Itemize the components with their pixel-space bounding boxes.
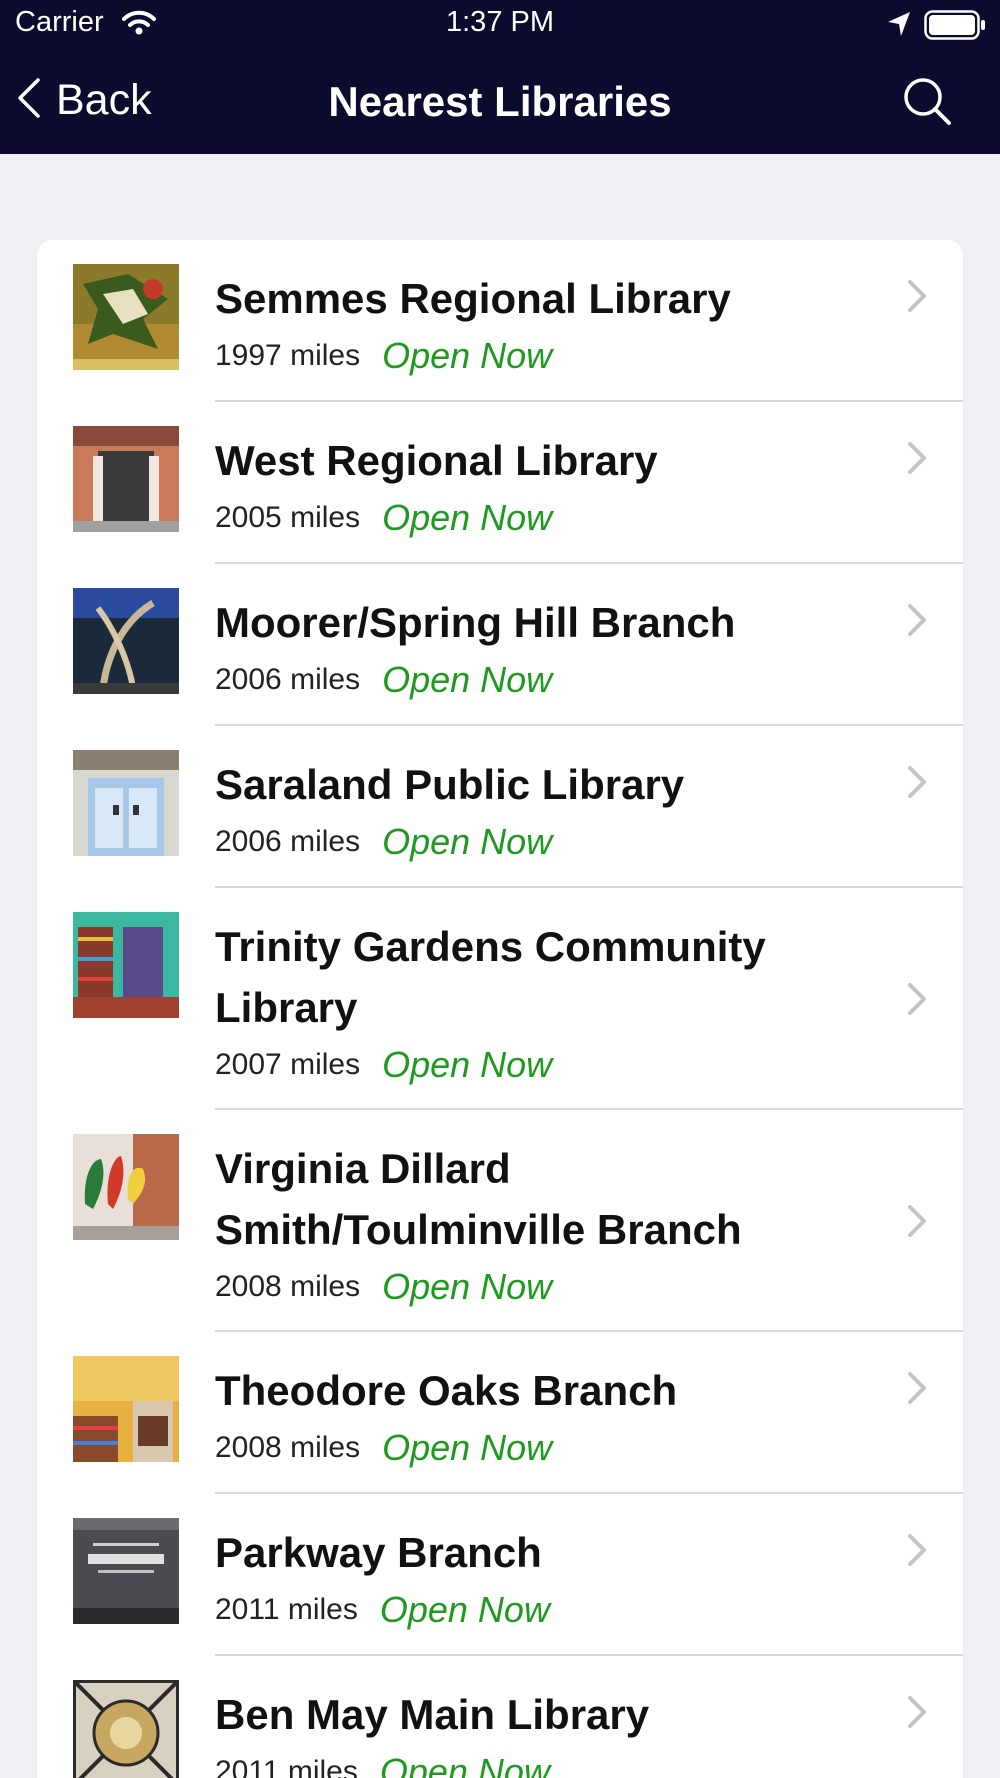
library-list-item[interactable]: Parkway Branch 2011 miles Open Now — [37, 1494, 963, 1656]
open-status: Open Now — [382, 659, 553, 700]
library-thumbnail — [73, 912, 179, 1018]
library-distance: 2008 miles — [215, 1270, 361, 1303]
library-name: Theodore Oaks Branch — [215, 1367, 678, 1414]
search-icon — [904, 78, 951, 125]
library-name: Virginia Dillard Smith/Toulminville Bran… — [215, 1145, 742, 1253]
navigation-bar: Back Nearest Libraries — [0, 50, 1000, 154]
library-list-item[interactable]: Theodore Oaks Branch 2008 miles Open Now — [37, 1332, 963, 1494]
library-thumbnail — [73, 264, 179, 370]
chevron-right-icon — [908, 604, 926, 636]
library-distance: 2005 miles — [215, 501, 361, 534]
open-status: Open Now — [379, 1589, 550, 1630]
library-thumbnail — [73, 1134, 179, 1240]
library-thumbnail — [73, 426, 179, 532]
library-list-item[interactable]: West Regional Library 2005 miles Open No… — [37, 402, 963, 564]
library-list-item[interactable]: Virginia Dillard Smith/Toulminville Bran… — [37, 1110, 963, 1332]
library-distance: 2006 miles — [215, 663, 361, 696]
clock: 1:37 PM — [446, 6, 554, 38]
library-list-item[interactable]: Moorer/Spring Hill Branch 2006 miles Ope… — [37, 564, 963, 726]
search-button[interactable] — [902, 76, 954, 128]
chevron-right-icon — [908, 1696, 926, 1728]
library-distance: 2011 miles — [215, 1593, 358, 1626]
library-distance: 2011 miles — [215, 1755, 358, 1778]
library-list-item[interactable]: Ben May Main Library 2011 miles Open Now — [37, 1656, 963, 1778]
open-status: Open Now — [382, 497, 553, 538]
open-status: Open Now — [379, 1751, 550, 1778]
top-bar: Carrier 1:37 PM Back Nearest Libraries — [0, 0, 1000, 154]
library-distance: 2007 miles — [215, 1048, 361, 1081]
library-name: Ben May Main Library — [215, 1691, 650, 1738]
status-bar: Carrier 1:37 PM — [0, 0, 1000, 50]
chevron-right-icon — [908, 1205, 926, 1237]
library-thumbnail — [73, 1518, 179, 1624]
open-status: Open Now — [382, 821, 553, 862]
page-title: Nearest Libraries — [328, 78, 672, 125]
battery-icon — [924, 10, 986, 45]
library-distance: 2008 miles — [215, 1431, 361, 1464]
library-name: Trinity Gardens Community Library — [215, 923, 766, 1031]
chevron-right-icon — [908, 280, 926, 312]
library-name: Saraland Public Library — [215, 761, 685, 808]
library-thumbnail — [73, 588, 179, 694]
open-status: Open Now — [382, 1266, 553, 1307]
library-list-item[interactable]: Saraland Public Library 2006 miles Open … — [37, 726, 963, 888]
chevron-right-icon — [908, 1372, 926, 1404]
library-distance: 2006 miles — [215, 825, 361, 858]
chevron-right-icon — [908, 1534, 926, 1566]
open-status: Open Now — [382, 1427, 553, 1468]
chevron-right-icon — [908, 766, 926, 798]
library-name: Moorer/Spring Hill Branch — [215, 599, 736, 646]
library-name: Semmes Regional Library — [215, 275, 731, 322]
open-status: Open Now — [382, 1044, 553, 1085]
library-list: Semmes Regional Library 1997 miles Open … — [37, 240, 963, 1778]
library-list-item[interactable]: Semmes Regional Library 1997 miles Open … — [37, 240, 963, 402]
library-distance: 1997 miles — [215, 339, 361, 372]
location-arrow-icon — [886, 10, 912, 43]
library-thumbnail — [73, 750, 179, 856]
library-name: West Regional Library — [215, 437, 658, 484]
open-status: Open Now — [382, 335, 553, 376]
chevron-right-icon — [908, 442, 926, 474]
library-name: Parkway Branch — [215, 1529, 542, 1576]
chevron-right-icon — [908, 983, 926, 1015]
library-thumbnail — [73, 1356, 179, 1462]
library-thumbnail — [73, 1680, 179, 1778]
library-list-item[interactable]: Trinity Gardens Community Library 2007 m… — [37, 888, 963, 1110]
